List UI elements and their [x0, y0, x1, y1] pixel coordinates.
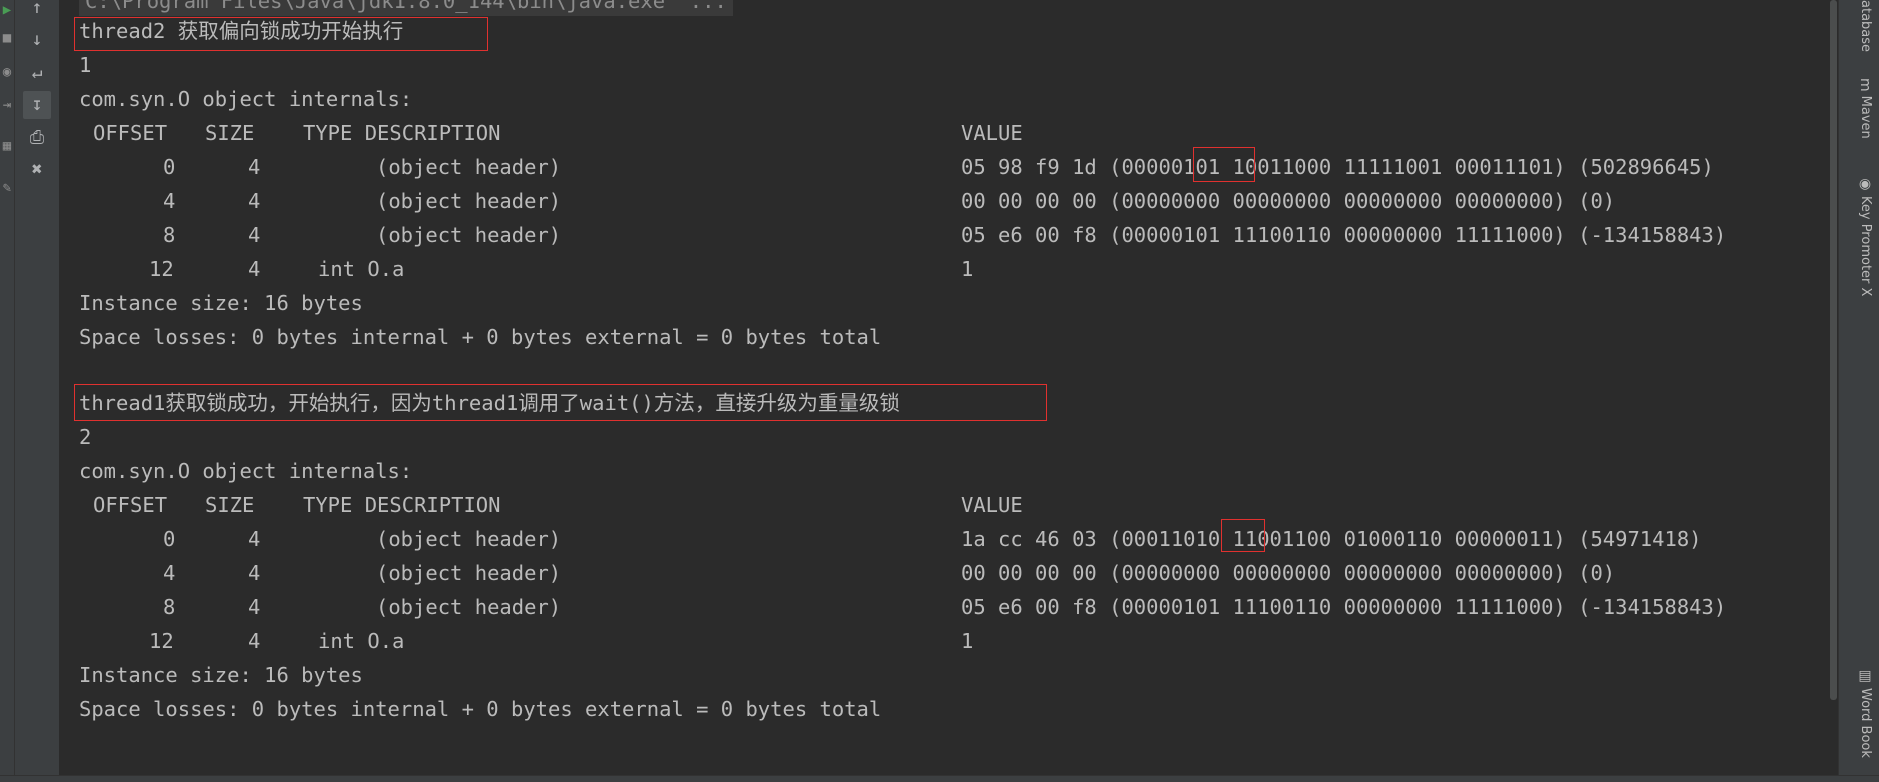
- size-cell: 4: [248, 561, 261, 585]
- book-icon: ▤: [1857, 668, 1873, 684]
- offset-cell: 8: [163, 595, 176, 619]
- value-header: VALUE: [961, 121, 1023, 145]
- size-cell: 4: [248, 257, 261, 281]
- block-heading: thread1获取锁成功，开始执行，因为thread1调用了wait()方法，直…: [79, 391, 900, 415]
- scroll-to-end-icon[interactable]: ↧: [23, 91, 51, 119]
- rerun-icon[interactable]: ▶: [0, 0, 14, 20]
- trash-icon[interactable]: ✖: [23, 156, 51, 184]
- lock-bits-highlight-box: [1221, 519, 1265, 552]
- block-counter: 2: [79, 425, 92, 449]
- value-cell: 1a cc 46 03 (00011010 11001100 01000110 …: [961, 527, 1702, 551]
- size-cell: 4: [248, 223, 261, 247]
- soft-wrap-icon[interactable]: ↵: [23, 59, 51, 87]
- desc-cell: int O.a: [318, 629, 405, 653]
- value-cell: 05 e6 00 f8 (00000101 11100110 00000000 …: [961, 223, 1727, 247]
- arrow-up-icon[interactable]: ↑: [23, 0, 51, 22]
- scrollbar-thumb[interactable]: [1830, 0, 1837, 700]
- offset-cell: 0: [163, 155, 176, 179]
- arrow-down-icon[interactable]: ↓: [23, 26, 51, 54]
- database-tab[interactable]: atabase: [1858, 0, 1873, 52]
- console-toolbar: ↑ ↓ ↵ ↧ ⎙ ✖: [15, 0, 60, 782]
- desc-cell: (object header): [376, 561, 562, 585]
- value-header: VALUE: [961, 493, 1023, 517]
- desc-cell: (object header): [376, 527, 562, 551]
- internals-title: com.syn.O object internals:: [79, 87, 413, 111]
- value-cell: 05 98 f9 1d (00000101 10011000 11111001 …: [961, 155, 1714, 179]
- space-losses-line: Space losses: 0 bytes internal + 0 bytes…: [79, 697, 882, 721]
- offset-header: OFFSET: [93, 493, 168, 517]
- maven-tab[interactable]: m Maven: [1857, 78, 1873, 139]
- key-promoter-icon: ◉: [1857, 176, 1873, 192]
- stop-icon[interactable]: ■: [0, 28, 14, 48]
- value-cell: 05 e6 00 f8 (00000101 11100110 00000000 …: [961, 595, 1727, 619]
- console-scrollbar[interactable]: [1828, 0, 1838, 776]
- maven-icon: m: [1857, 78, 1873, 92]
- ide-window: ▶ ■ ◉ ⇥ ▦ ✎ ↑ ↓ ↵ ↧ ⎙ ✖ C:\Program Files…: [0, 0, 1879, 782]
- block-heading: thread2 获取偏向锁成功开始执行: [79, 19, 404, 43]
- desc-cell: (object header): [376, 189, 562, 213]
- key-promoter-tab-label: Key Promoter X: [1858, 196, 1873, 297]
- desc-cell: int O.a: [318, 257, 405, 281]
- size-cell: 4: [248, 595, 261, 619]
- size-header: SIZE: [205, 493, 255, 517]
- instance-size-line: Instance size: 16 bytes: [79, 663, 363, 687]
- key-promoter-tab[interactable]: ◉ Key Promoter X: [1857, 176, 1873, 296]
- run-controls-strip: ▶ ■ ◉ ⇥ ▦ ✎: [0, 0, 15, 782]
- size-cell: 4: [248, 155, 261, 179]
- value-cell: 00 00 00 00 (00000000 00000000 00000000 …: [961, 189, 1616, 213]
- run-command-line: C:\Program Files\Java\jdk1.8.0_144\bin\j…: [79, 0, 733, 16]
- offset-cell: 0: [163, 527, 176, 551]
- size-cell: 4: [248, 527, 261, 551]
- value-cell: 1: [961, 257, 974, 281]
- size-header: SIZE: [205, 121, 255, 145]
- offset-cell: 4: [163, 189, 176, 213]
- camera-icon[interactable]: ◉: [0, 62, 14, 82]
- desc-cell: (object header): [376, 595, 562, 619]
- word-book-tab[interactable]: ▤ Word Book: [1857, 668, 1873, 758]
- value-cell: 00 00 00 00 (00000000 00000000 00000000 …: [961, 561, 1616, 585]
- lock-bits-highlight-box: [1193, 147, 1255, 182]
- database-tab-label: atabase: [1858, 0, 1873, 53]
- size-cell: 4: [248, 189, 261, 213]
- space-losses-line: Space losses: 0 bytes internal + 0 bytes…: [79, 325, 882, 349]
- word-book-tab-label: Word Book: [1858, 688, 1873, 758]
- offset-header: OFFSET: [93, 121, 168, 145]
- print-icon[interactable]: ⎙: [23, 124, 51, 152]
- type-desc-header: TYPE DESCRIPTION: [303, 121, 501, 145]
- layout-icon[interactable]: ▦: [0, 136, 14, 156]
- offset-cell: 12: [149, 629, 174, 653]
- instance-size-line: Instance size: 16 bytes: [79, 291, 363, 315]
- internals-title: com.syn.O object internals:: [79, 459, 413, 483]
- block-counter: 1: [79, 53, 92, 77]
- maven-tab-label: Maven: [1858, 95, 1873, 139]
- size-cell: 4: [248, 629, 261, 653]
- value-cell: 1: [961, 629, 974, 653]
- desc-cell: (object header): [376, 223, 562, 247]
- login-icon[interactable]: ⇥: [0, 95, 14, 115]
- offset-cell: 12: [149, 257, 174, 281]
- desc-cell: (object header): [376, 155, 562, 179]
- bottom-status-edge: [0, 775, 1879, 782]
- offset-cell: 4: [163, 561, 176, 585]
- type-desc-header: TYPE DESCRIPTION: [303, 493, 501, 517]
- offset-cell: 8: [163, 223, 176, 247]
- pin-icon[interactable]: ✎: [0, 178, 14, 198]
- right-tool-window-bar: atabase m Maven ◉ Key Promoter X ▤ Word Boo…: [1838, 0, 1879, 782]
- console-output[interactable]: C:\Program Files\Java\jdk1.8.0_144\bin\j…: [61, 0, 1838, 776]
